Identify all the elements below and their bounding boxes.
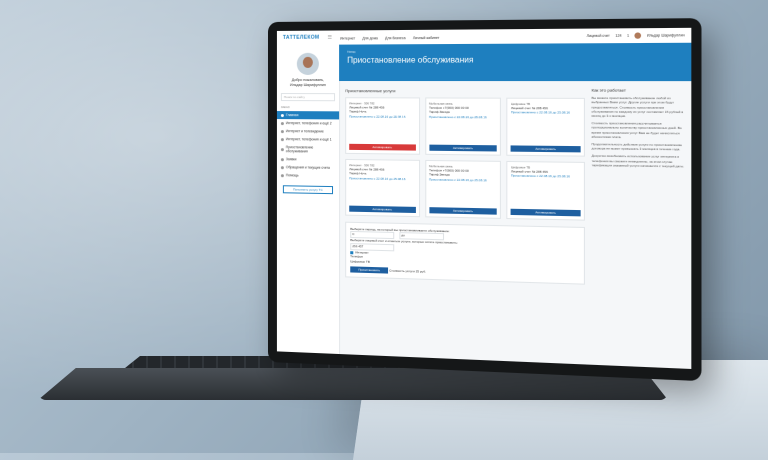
topup-button[interactable]: Пополнить услугу ТС — [283, 185, 333, 194]
nav-business[interactable]: Для бизнеса — [385, 36, 405, 40]
service-card: Интернет · 506 782 Лицевой счет № 288 45… — [345, 97, 420, 155]
top-right: Лицевой счет 124 1 Ильдар Шарифуллин — [587, 32, 685, 39]
laptop-screen-bezel: ТАТТЕЛЕКОМ ☰ Интернет Для дома Для бизне… — [268, 18, 701, 381]
card-period[interactable]: Приостановлено с 22.08.16 до 25.08.16 — [429, 177, 497, 182]
service-icon — [281, 122, 284, 125]
info-title: Как это работает — [592, 88, 685, 93]
info-p3: Продолжительность действия услуги по при… — [592, 142, 685, 152]
info-p2: Стоимость приостановления рассчитывается… — [592, 121, 685, 139]
site-logo[interactable]: ТАТТЕЛЕКОМ — [283, 35, 320, 41]
sidebar-item-label: Обращения и текущие счета — [286, 165, 330, 170]
content: Приостановленные услуги Интернет · 506 7… — [339, 81, 691, 293]
sidebar-item-label: Помощь — [286, 173, 299, 177]
sidebar-item-label: Интернет и телевидение — [286, 129, 324, 133]
top-nav: Интернет Для дома Для бизнеса Личный каб… — [340, 34, 446, 40]
card-period[interactable]: Приостановлено с 22.08.16 до 25.08.16 — [511, 111, 581, 116]
page-title: Приостановление обслуживания — [347, 55, 682, 65]
left-column: Приостановленные услуги Интернет · 506 7… — [345, 85, 585, 285]
balance: 124 — [615, 34, 621, 38]
section-title: Приостановленные услуги — [345, 88, 585, 94]
sidebar-item-help[interactable]: Помощь — [277, 171, 339, 180]
nav-home[interactable]: Для дома — [362, 36, 377, 40]
card-period[interactable]: Приостановлено с 22.08.16 до 25.08.16 — [511, 174, 581, 179]
greeting: Добро пожаловать, Ильдар Шарифуллин — [277, 78, 339, 87]
sidebar-section: ЗАКАЗ — [281, 105, 335, 109]
service-card: Мобильная связь Телефон +7(900) 000 00 0… — [425, 160, 501, 219]
greeting-user: Ильдар Шарифуллин — [277, 83, 339, 88]
checkbox-label: Цифровое ТВ — [350, 259, 370, 264]
nav-cabinet[interactable]: Личный кабинет — [413, 35, 440, 39]
account-select[interactable]: Лицевой счет — [587, 34, 610, 38]
breadcrumb[interactable]: Назад — [347, 48, 682, 54]
home-icon — [281, 114, 284, 117]
user-name[interactable]: Ильдар Шарифуллин — [647, 33, 685, 37]
service-card: Цифровое ТВ Лицевой счет № 288 456 Приос… — [507, 161, 585, 221]
service-card: Мобильная связь Телефон +7(900) 000 00 0… — [425, 97, 501, 155]
sidebar-item-suspension[interactable]: Приостановление обслуживания — [277, 143, 339, 156]
pause-icon — [281, 148, 284, 151]
screen: ТАТТЕЛЕКОМ ☰ Интернет Для дома Для бизне… — [277, 28, 691, 369]
activate-button[interactable]: Активировать — [511, 209, 581, 217]
page-banner: Назад Приостановление обслуживания — [339, 43, 691, 81]
sidebar-item-label: Интернет, телефония и ещё 1 — [286, 137, 332, 141]
suspension-form: Выберите период, на который вы приостана… — [345, 222, 585, 285]
activate-button[interactable]: Активировать — [349, 206, 415, 213]
service-icon — [281, 138, 284, 141]
search-input[interactable]: Поиск по сайту — [281, 93, 335, 101]
sidebar-item-label: Интернет, телефония и ещё 2 — [286, 121, 332, 125]
info-panel: Как это работает Вы можете приостановить… — [592, 85, 685, 288]
cost-note: Стоимость услуги 25 руб. — [389, 269, 426, 274]
profile-avatar — [297, 53, 319, 75]
sidebar-item-label: Заявки — [286, 157, 297, 161]
list-icon — [281, 158, 284, 161]
nav-internet[interactable]: Интернет — [340, 36, 355, 40]
activate-button[interactable]: Активировать — [429, 207, 497, 215]
card-period[interactable]: Приостановлено с 22.08.16 до 25.08.16 — [349, 176, 415, 181]
info-p4: Досрочно возобновить использование услуг… — [592, 154, 685, 168]
sidebar: Добро пожаловать, Ильдар Шарифуллин Поис… — [277, 45, 340, 354]
main-content: Назад Приостановление обслуживания Приос… — [339, 43, 691, 369]
service-icon — [281, 130, 284, 133]
sidebar-item-label: Главная — [286, 113, 299, 117]
menu-icon[interactable]: ☰ — [327, 35, 332, 41]
service-card: Интернет · 506 782 Лицевой счет № 288 45… — [345, 159, 420, 217]
activate-button[interactable]: Активировать — [511, 145, 581, 152]
sidebar-item-label: Приостановление обслуживания — [286, 145, 335, 154]
service-card: Цифровое ТВ Лицевой счет № 288 456 Приос… — [507, 98, 585, 157]
service-grid: Интернет · 506 782 Лицевой счет № 288 45… — [345, 97, 585, 220]
help-icon — [281, 174, 284, 177]
activate-button[interactable]: Активировать — [349, 144, 415, 151]
info-p1: Вы можете приостановить обслуживание люб… — [592, 96, 685, 119]
card-period[interactable]: Приостановлено с 22.08.16 до 25.08.16 — [349, 114, 415, 119]
checkbox-icon — [350, 251, 353, 254]
notification-badge[interactable]: 1 — [627, 34, 629, 38]
activate-button[interactable]: Активировать — [429, 145, 497, 152]
suspend-button[interactable]: Приостановить — [350, 266, 388, 274]
card-period[interactable]: Приостановлено с 22.08.16 до 25.08.16 — [429, 114, 497, 119]
bill-icon — [281, 166, 284, 169]
avatar[interactable] — [635, 32, 642, 38]
